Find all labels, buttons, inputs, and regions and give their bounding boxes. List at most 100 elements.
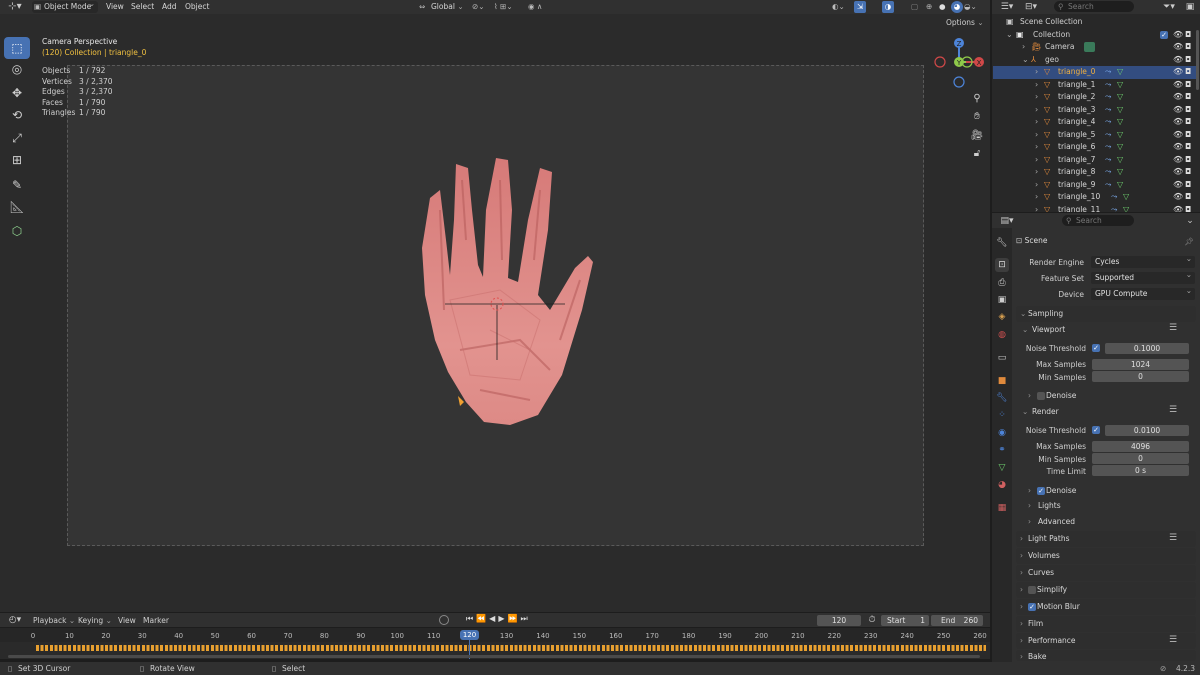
render-denoise-checkbox[interactable]: ✓ (1037, 487, 1045, 495)
camera-render-icon[interactable]: ◘ (1185, 166, 1191, 179)
eye-icon[interactable]: 👁︎ (1173, 154, 1183, 167)
navigation-gizmo[interactable]: X Y Z (932, 38, 988, 88)
collection-exclude-checkbox[interactable]: ✓ (1160, 30, 1168, 39)
sampling-panel-header[interactable]: ⌄ Sampling (1016, 306, 1196, 322)
camera-render-icon[interactable]: ◘ (1185, 104, 1191, 117)
viewport-noise-threshold-field[interactable]: 0.1000 (1105, 343, 1189, 354)
camera-render-icon[interactable]: ◘ (1185, 204, 1191, 213)
world-tab-icon[interactable]: ◍ (995, 328, 1009, 342)
stopwatch-icon[interactable]: ⏱︎ (866, 614, 878, 626)
output-tab-icon[interactable]: ⎙ (995, 276, 1009, 290)
properties-search-input[interactable]: ⚲ Search (1062, 215, 1134, 226)
curves-panel-header[interactable]: › Curves (1016, 565, 1196, 581)
playback-controls[interactable]: ⏮⏪◀▶⏩⏭ (466, 614, 542, 626)
next-keyframe-icon[interactable]: ⏩ (507, 614, 520, 623)
object-tab-icon[interactable]: ■ (995, 374, 1009, 388)
eye-icon[interactable]: 👁︎ (1173, 79, 1183, 92)
play-reverse-icon[interactable]: ◀ (489, 614, 498, 623)
camera-render-icon[interactable]: ◘ (1185, 41, 1191, 54)
collection-tab-icon[interactable]: ▭ (995, 351, 1009, 365)
rotate-tool-icon[interactable]: ⟲ (4, 104, 30, 126)
playhead-frame[interactable]: 120 (460, 630, 479, 640)
outliner-editor-icon[interactable]: ☰▾ (998, 1, 1016, 13)
outliner-object-row[interactable]: › ▽ triangle_5 ⤳ ▽ 👁︎ ◘ (993, 129, 1196, 142)
viewport-denoise-subpanel[interactable]: › Denoise (1028, 389, 1076, 403)
pan-hand-icon[interactable]: ✋︎ (970, 109, 984, 123)
camera-row[interactable]: › 🎥︎ Camera 👁︎ ◘ (993, 41, 1196, 54)
jump-start-icon[interactable]: ⏮ (466, 614, 476, 623)
camera-view-icon[interactable]: 🎥︎ (970, 128, 984, 142)
scale-tool-icon[interactable]: ⤢ (4, 127, 30, 149)
bake-panel-header[interactable]: › Bake (1016, 650, 1196, 661)
camera-render-icon[interactable]: ◘ (1185, 116, 1191, 129)
texture-tab-icon[interactable]: ▦ (995, 501, 1009, 515)
orientation-dropdown[interactable]: ⇔ Global ⌄ (419, 0, 464, 14)
camera-render-icon[interactable]: ◘ (1185, 29, 1191, 42)
menu-select[interactable]: Select (131, 0, 154, 14)
outliner-object-row[interactable]: › ▽ triangle_9 ⤳ ▽ 👁︎ ◘ (993, 179, 1196, 192)
render-tab-icon[interactable]: ⊡ (995, 258, 1009, 272)
viewport-denoise-checkbox[interactable] (1037, 392, 1045, 400)
eye-icon[interactable]: 👁︎ (1173, 54, 1183, 67)
view-layer-tab-icon[interactable]: ▣ (995, 293, 1009, 307)
editor-type-icon[interactable]: ⊹▾ (6, 0, 24, 14)
scene-tab-icon[interactable]: ◈ (995, 310, 1009, 324)
snap-icon[interactable]: ⌇ ⊞⌄ (494, 0, 513, 14)
select-box-tool-icon[interactable]: ⬚ (4, 37, 30, 59)
eye-icon[interactable]: 👁︎ (1173, 204, 1183, 213)
viewport-presets-icon[interactable]: ☰ (1166, 323, 1180, 333)
menu-playback[interactable]: Playback ⌄ (33, 616, 75, 625)
viewport-max-samples-field[interactable]: 1024 (1092, 359, 1189, 370)
light-paths-presets-icon[interactable]: ☰ (1166, 533, 1180, 543)
menu-object[interactable]: Object (185, 0, 209, 14)
simplify-checkbox[interactable] (1028, 586, 1036, 594)
render-max-samples-field[interactable]: 4096 (1092, 441, 1189, 452)
eye-icon[interactable]: 👁︎ (1173, 116, 1183, 129)
camera-render-icon[interactable]: ◘ (1185, 154, 1191, 167)
eye-icon[interactable]: 👁︎ (1173, 66, 1183, 79)
outliner-object-row[interactable]: › ▽ triangle_7 ⤳ ▽ 👁︎ ◘ (993, 154, 1196, 167)
proportional-edit-icon[interactable]: ◉ ∧ (528, 0, 542, 14)
end-frame-field[interactable]: End 260 (931, 615, 983, 626)
measure-tool-icon[interactable]: 📐︎ (4, 196, 30, 218)
menu-keying[interactable]: Keying ⌄ (78, 616, 112, 625)
camera-render-icon[interactable]: ◘ (1185, 191, 1191, 204)
menu-marker[interactable]: Marker (143, 616, 169, 625)
volumes-panel-header[interactable]: › Volumes (1016, 548, 1196, 564)
render-denoise-subpanel[interactable]: › ✓ Denoise (1028, 484, 1076, 498)
camera-render-icon[interactable]: ◘ (1185, 54, 1191, 67)
outliner-object-row[interactable]: › ▽ triangle_0 ⤳ ▽ 👁︎ ◘ (993, 66, 1196, 79)
timeline-scrollbar[interactable] (8, 655, 980, 658)
modifier-tab-icon[interactable]: 🔧︎ (995, 391, 1009, 405)
motion-blur-checkbox[interactable]: ✓ (1028, 603, 1036, 611)
properties-options-icon[interactable]: ⌄ (1184, 215, 1196, 227)
feature-set-dropdown[interactable]: Supported (1091, 269, 1195, 284)
outliner-object-row[interactable]: › ▽ triangle_11 ⤳ ▽ 👁︎ ◘ (993, 204, 1196, 213)
move-tool-icon[interactable]: ✥ (4, 82, 30, 104)
outliner-object-row[interactable]: › ▽ triangle_10 ⤳ ▽ 👁︎ ◘ (993, 191, 1196, 204)
visibility-icon[interactable]: ◐⌄ (832, 0, 845, 14)
render-engine-dropdown[interactable]: Cycles (1091, 253, 1195, 268)
eye-icon[interactable]: 👁︎ (1173, 166, 1183, 179)
constraints-tab-icon[interactable]: ⚭ (995, 443, 1009, 457)
shading-wireframe-icon[interactable]: ⊕ (926, 0, 932, 14)
new-collection-icon[interactable]: ▣ (1184, 1, 1196, 13)
transform-tool-icon[interactable]: ⊞ (4, 149, 30, 171)
filter-icon[interactable]: ⏷▾ (1160, 1, 1178, 13)
pivot-icon[interactable]: ⊘⌄ (472, 0, 485, 14)
render-min-samples-field[interactable]: 0 (1092, 453, 1189, 464)
render-noise-threshold-checkbox[interactable]: ✓ (1092, 426, 1100, 434)
menu-add[interactable]: Add (162, 0, 177, 14)
material-tab-icon[interactable]: ◕ (995, 478, 1009, 492)
advanced-subpanel[interactable]: › Advanced (1028, 515, 1075, 529)
zoom-icon[interactable]: ⚲ (970, 91, 984, 105)
xray-icon[interactable]: ▢ (911, 0, 918, 14)
viewport-subpanel-header[interactable]: ⌄ Viewport (1022, 323, 1065, 337)
overlay-toggle-icon[interactable]: ◑ (882, 1, 894, 13)
device-dropdown[interactable]: GPU Compute (1091, 285, 1195, 300)
camera-render-icon[interactable]: ◘ (1185, 179, 1191, 192)
lights-subpanel[interactable]: › Lights (1028, 499, 1061, 513)
display-mode-icon[interactable]: ⊟▾ (1022, 1, 1040, 13)
eye-icon[interactable]: 👁︎ (1173, 104, 1183, 117)
camera-render-icon[interactable]: ◘ (1185, 66, 1191, 79)
